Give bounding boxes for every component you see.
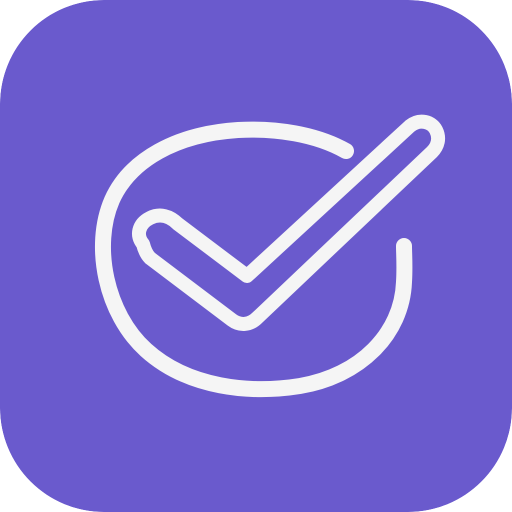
check-circle-icon <box>0 0 512 512</box>
app-icon-canvas <box>0 0 512 512</box>
icon-background <box>0 0 512 512</box>
app-icon-tile[interactable] <box>0 0 512 512</box>
